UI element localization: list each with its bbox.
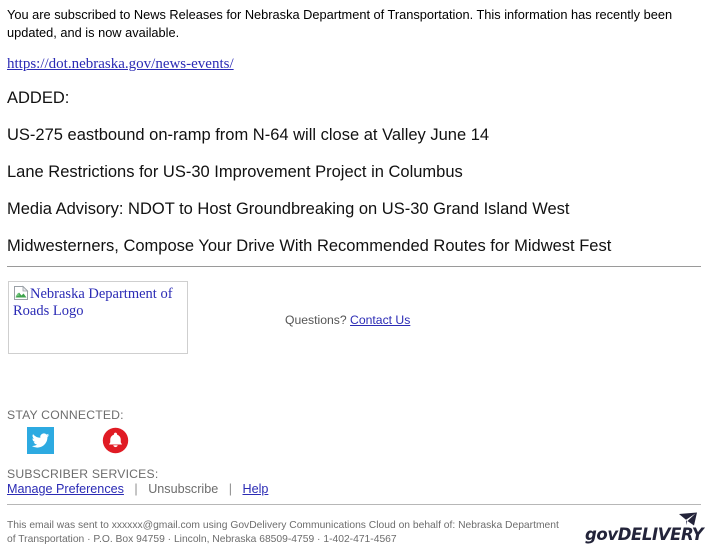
contact-us-link[interactable]: Contact Us [350,313,410,327]
govdelivery-logo: govDELIVERY [585,512,704,548]
social-icons-row [27,427,129,454]
news-events-link[interactable]: https://dot.nebraska.gov/news-events/ [7,56,234,72]
agency-logo-placeholder: Nebraska Department of Roads Logo [8,281,188,354]
manage-preferences-link[interactable]: Manage Preferences [7,482,124,496]
envelope-mark-icon [678,512,698,528]
headline-item: Lane Restrictions for US-30 Improvement … [7,163,463,181]
footer-divider [7,504,701,505]
email-body: You are subscribed to News Releases for … [0,0,708,555]
twitter-icon[interactable] [27,427,54,454]
content-divider [7,266,701,267]
questions-label: Questions? [285,313,347,327]
headline-item: US-275 eastbound on-ramp from N-64 will … [7,126,490,144]
headline-item: Media Advisory: NDOT to Host Groundbreak… [7,200,570,218]
added-label: ADDED: [7,89,70,107]
headlines-section: ADDED: US-275 eastbound on-ramp from N-6… [7,88,701,273]
footer-disclaimer: This email was sent to xxxxxx@gmail.com … [7,520,559,545]
broken-image-icon [13,285,29,301]
agency-logo-alt-text: Nebraska Department of Roads Logo [13,286,173,319]
news-events-link-container: https://dot.nebraska.gov/news-events/ [7,55,234,73]
headline-item: Midwesterners, Compose Your Drive With R… [7,237,612,255]
help-link[interactable]: Help [242,482,268,496]
stay-connected-label: STAY CONNECTED: [7,408,124,422]
intro-paragraph: You are subscribed to News Releases for … [7,7,673,40]
unsubscribe-link[interactable]: Unsubscribe [148,482,218,496]
link-separator: | [228,482,232,496]
subscriber-services-links: Manage Preferences | Unsubscribe | Help [7,482,268,496]
agency-logo-alt-container: Nebraska Department of Roads Logo [13,285,183,320]
subscriber-services-label: SUBSCRIBER SERVICES: [7,467,159,481]
govdelivery-bell-icon[interactable] [102,427,129,454]
questions-block: Questions? Contact Us [285,313,410,327]
link-separator: | [134,482,138,496]
